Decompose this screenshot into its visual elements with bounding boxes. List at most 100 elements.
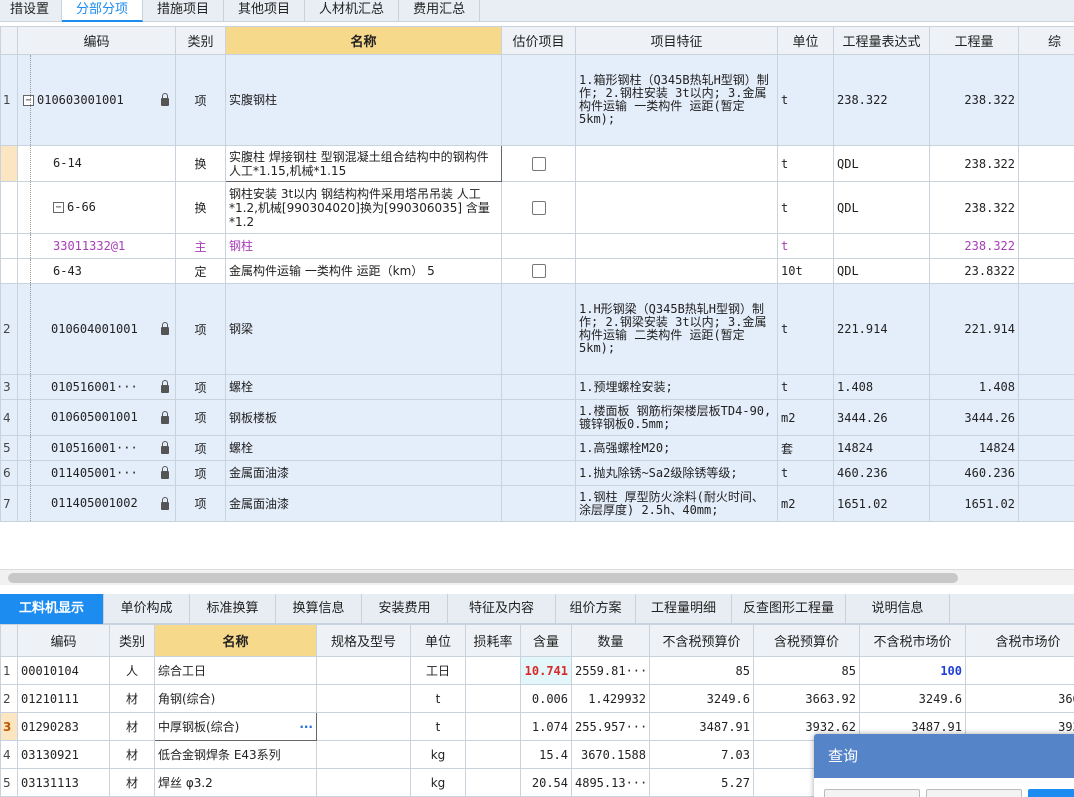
category-cell[interactable]: 材 bbox=[109, 684, 155, 713]
estimate-cell[interactable] bbox=[501, 258, 576, 284]
content-cell[interactable]: 20.54 bbox=[520, 768, 572, 797]
sub-header-10[interactable]: 不含税市场价 bbox=[859, 624, 966, 657]
quantity-cell[interactable]: 238.322 bbox=[929, 233, 1019, 259]
unit-cell[interactable]: t bbox=[777, 181, 834, 234]
feature-cell[interactable]: 1.预埋螺栓安装; bbox=[575, 374, 778, 400]
spec-cell[interactable] bbox=[316, 768, 411, 797]
category-cell[interactable]: 项 bbox=[175, 460, 226, 486]
feature-cell[interactable] bbox=[575, 181, 778, 234]
category-cell[interactable]: 项 bbox=[175, 485, 226, 522]
code-cell[interactable]: 010516001··· bbox=[17, 374, 176, 400]
market-price-ex-tax-cell[interactable]: 3249.6 bbox=[859, 684, 966, 713]
grid-row[interactable]: 6-43 定金属构件运输 一类构件 运距（km） 5 10t QDL 23.8322 bbox=[0, 258, 1074, 284]
name-cell[interactable]: 角钢(综合) bbox=[154, 684, 317, 713]
spec-cell[interactable] bbox=[316, 712, 411, 741]
bottom-tab-4[interactable]: 安装费用 bbox=[362, 594, 448, 624]
feature-cell[interactable] bbox=[575, 258, 778, 284]
estimate-checkbox[interactable] bbox=[531, 200, 546, 215]
more-options-icon[interactable]: ··· bbox=[299, 720, 313, 734]
name-cell[interactable]: 钢柱 bbox=[225, 233, 502, 259]
dialog-button-1[interactable] bbox=[824, 789, 920, 797]
loss-rate-cell[interactable] bbox=[465, 712, 521, 741]
grid-header-3[interactable]: 估价项目 bbox=[501, 26, 576, 55]
estimate-cell[interactable] bbox=[501, 485, 576, 522]
quantity-cell[interactable]: 238.322 bbox=[929, 145, 1019, 182]
category-cell[interactable]: 项 bbox=[175, 283, 226, 375]
estimate-cell[interactable] bbox=[501, 283, 576, 375]
feature-cell[interactable] bbox=[575, 145, 778, 182]
expression-cell[interactable]: QDL bbox=[833, 181, 930, 234]
expression-cell[interactable]: QDL bbox=[833, 258, 930, 284]
expression-cell[interactable]: 1651.02 bbox=[833, 485, 930, 522]
grid-header-6[interactable]: 工程量表达式 bbox=[833, 26, 930, 55]
feature-cell[interactable]: 1.H形钢梁（Q345B热轧H型钢）制作; 2.钢梁安装 3t以内; 3.金属构… bbox=[575, 283, 778, 375]
name-cell[interactable]: 螺栓 bbox=[225, 435, 502, 461]
quantity-cell[interactable]: 1651.02 bbox=[929, 485, 1019, 522]
spec-cell[interactable] bbox=[316, 684, 411, 713]
name-cell[interactable]: 综合工日 bbox=[154, 656, 317, 685]
amount-cell[interactable]: 3670.1588 bbox=[571, 740, 650, 769]
sub-header-8[interactable]: 不含税预算价 bbox=[649, 624, 754, 657]
grid-header-0[interactable]: 编码 bbox=[17, 26, 176, 55]
grid-header-1[interactable]: 类别 bbox=[175, 26, 226, 55]
category-cell[interactable]: 项 bbox=[175, 54, 226, 146]
spec-cell[interactable] bbox=[316, 656, 411, 685]
loss-rate-cell[interactable] bbox=[465, 768, 521, 797]
quantity-cell[interactable]: 23.8322 bbox=[929, 258, 1019, 284]
dialog-button-3[interactable] bbox=[1028, 789, 1074, 797]
code-cell[interactable]: 011405001002 bbox=[17, 485, 176, 522]
expression-cell[interactable]: 1.408 bbox=[833, 374, 930, 400]
sub-header-2[interactable]: 名称 bbox=[154, 624, 317, 657]
code-cell[interactable]: 010516001··· bbox=[17, 435, 176, 461]
sub-header-5[interactable]: 损耗率 bbox=[465, 624, 521, 657]
amount-cell[interactable]: 1.429932 bbox=[571, 684, 650, 713]
estimate-checkbox[interactable] bbox=[531, 264, 546, 279]
grid-row[interactable]: 7 011405001002 项金属面油漆 1.钢柱 厚型防火涂料(耐火时间、涂层厚度… bbox=[0, 485, 1074, 522]
expression-cell[interactable] bbox=[833, 233, 930, 259]
code-cell[interactable]: 010604001001 bbox=[17, 283, 176, 375]
code-cell[interactable]: 010605001001 bbox=[17, 399, 176, 436]
unit-cell[interactable]: t bbox=[777, 145, 834, 182]
code-cell[interactable]: −010603001001 bbox=[17, 54, 176, 146]
budget-price-tax-cell[interactable]: 85 bbox=[753, 656, 860, 685]
unit-cell[interactable]: t bbox=[777, 233, 834, 259]
loss-rate-cell[interactable] bbox=[465, 740, 521, 769]
name-cell[interactable]: 实腹柱 焊接钢柱 型钢混凝土组合结构中的钢构件 人工*1.15,机械*1.15 bbox=[225, 145, 502, 182]
unit-cell[interactable]: t bbox=[777, 460, 834, 486]
grid-header-5[interactable]: 单位 bbox=[777, 26, 834, 55]
grid-header-7[interactable]: 工程量 bbox=[929, 26, 1019, 55]
estimate-checkbox[interactable] bbox=[531, 156, 546, 171]
expression-cell[interactable]: 3444.26 bbox=[833, 399, 930, 436]
grid-header-4[interactable]: 项目特征 bbox=[575, 26, 778, 55]
content-cell[interactable]: 10.741 bbox=[520, 656, 572, 685]
feature-cell[interactable] bbox=[575, 233, 778, 259]
code-cell[interactable]: 03131113 bbox=[17, 768, 110, 797]
bottom-tab-5[interactable]: 特征及内容 bbox=[448, 594, 556, 624]
budget-price-ex-tax-cell[interactable]: 7.03 bbox=[649, 740, 754, 769]
sub-header-6[interactable]: 含量 bbox=[520, 624, 572, 657]
unit-cell[interactable]: 10t bbox=[777, 258, 834, 284]
estimate-cell[interactable] bbox=[501, 374, 576, 400]
name-cell[interactable]: 螺栓 bbox=[225, 374, 502, 400]
category-cell[interactable]: 主 bbox=[175, 233, 226, 259]
bottom-tab-6[interactable]: 组价方案 bbox=[556, 594, 636, 624]
code-cell[interactable]: 011405001··· bbox=[17, 460, 176, 486]
estimate-cell[interactable] bbox=[501, 181, 576, 234]
market-price-tax-cell[interactable]: 3663 bbox=[965, 684, 1074, 713]
name-cell[interactable]: 钢柱安装 3t以内 钢结构构件采用塔吊吊装 人工*1.2,机械[99030402… bbox=[225, 181, 502, 234]
code-cell[interactable]: 6-43 bbox=[17, 258, 176, 284]
unit-cell[interactable]: t bbox=[777, 54, 834, 146]
collapse-toggle-icon[interactable]: − bbox=[23, 94, 34, 106]
grid-row[interactable]: 2 010604001001 项钢梁 1.H形钢梁（Q345B热轧H型钢）制作; 2.… bbox=[0, 283, 1074, 375]
estimate-cell[interactable] bbox=[501, 399, 576, 436]
name-cell[interactable]: 金属构件运输 一类构件 运距（km） 5 bbox=[225, 258, 502, 284]
category-cell[interactable]: 项 bbox=[175, 374, 226, 400]
sub-header-1[interactable]: 类别 bbox=[109, 624, 155, 657]
estimate-cell[interactable] bbox=[501, 435, 576, 461]
bottom-tab-2[interactable]: 标准换算 bbox=[190, 594, 276, 624]
code-cell[interactable]: 00010104 bbox=[17, 656, 110, 685]
horizontal-scrollbar[interactable] bbox=[0, 569, 1074, 585]
sub-header-4[interactable]: 单位 bbox=[410, 624, 466, 657]
content-cell[interactable]: 15.4 bbox=[520, 740, 572, 769]
grid-header-2[interactable]: 名称 bbox=[225, 26, 502, 55]
